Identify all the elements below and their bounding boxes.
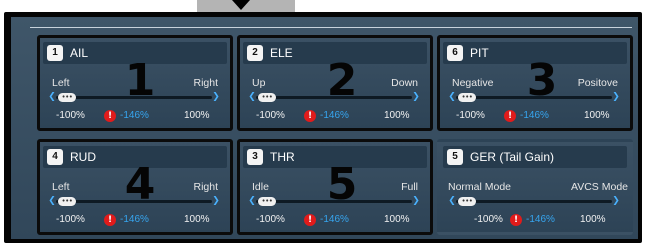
slider-track (56, 96, 212, 99)
max-value: 100% (584, 110, 610, 121)
value-row: -100% ! -146% 100% (40, 109, 230, 123)
max-value: 100% (384, 110, 410, 121)
min-value: -100% (456, 110, 485, 121)
min-value: -100% (256, 214, 285, 225)
channel-number-badge: 3 (247, 149, 263, 165)
channel-number-badge: 6 (447, 45, 463, 61)
left-direction-label: Normal Mode (448, 181, 512, 193)
slider-thumb[interactable]: ••• (458, 93, 476, 102)
slider-thumb[interactable]: ••• (258, 93, 276, 102)
current-value: -146% (120, 110, 149, 121)
channel-name: RUD (70, 150, 96, 164)
max-value: 100% (384, 214, 410, 225)
right-direction-label: Full (401, 181, 418, 193)
travel-slider[interactable]: ❮ ❯ ••• (48, 92, 220, 103)
warning-icon: ! (104, 214, 116, 226)
current-value: -146% (520, 110, 549, 121)
channel-header: 5 GER (Tail Gain) (443, 146, 627, 168)
increase-arrow-icon[interactable]: ❯ (212, 196, 220, 207)
value-row: -100% ! -146% 100% (240, 213, 430, 227)
slider-track (256, 96, 412, 99)
current-value: -146% (320, 110, 349, 121)
channel-name: ELE (270, 46, 293, 60)
panel-divider (30, 27, 632, 28)
travel-slider[interactable]: ❮ ❯ ••• (448, 92, 620, 103)
value-row: -100% ! -146% 100% (240, 109, 430, 123)
travel-slider[interactable]: ❮ ❯ ••• (48, 196, 220, 207)
channel-name: GER (Tail Gain) (470, 150, 555, 164)
channel-card-pit: 6 PIT 3 Negative Positove ❮ ❯ ••• -100% … (437, 35, 633, 131)
channel-number-badge: 5 (447, 149, 463, 165)
min-value: -100% (56, 110, 85, 121)
warning-icon: ! (510, 214, 522, 226)
travel-slider[interactable]: ❮ ❯ ••• (248, 92, 420, 103)
increase-arrow-icon[interactable]: ❯ (412, 92, 420, 103)
min-value: -100% (256, 110, 285, 121)
warning-icon: ! (104, 110, 116, 122)
decrease-arrow-icon[interactable]: ❮ (48, 196, 56, 207)
left-direction-label: Left (52, 181, 70, 193)
channel-card-ger: 5 GER (Tail Gain) Normal Mode AVCS Mode … (437, 139, 633, 235)
current-value: -146% (526, 214, 555, 225)
slider-thumb[interactable]: ••• (58, 93, 76, 102)
increase-arrow-icon[interactable]: ❯ (212, 92, 220, 103)
current-value: -146% (320, 214, 349, 225)
channel-number-badge: 2 (247, 45, 263, 61)
channel-number-badge: 1 (47, 45, 63, 61)
channel-card-rud: 4 RUD 4 Left Right ❮ ❯ ••• -100% ! -146%… (37, 139, 233, 235)
value-row: -100% ! -146% 100% (440, 109, 630, 123)
slider-track (256, 200, 412, 203)
max-value: 100% (184, 214, 210, 225)
value-row: -100% ! -146% 100% (40, 213, 230, 227)
decrease-arrow-icon[interactable]: ❮ (248, 92, 256, 103)
left-direction-label: Negative (452, 77, 494, 89)
travel-slider[interactable]: ❮ ❯ ••• (448, 196, 620, 207)
increase-arrow-icon[interactable]: ❯ (612, 92, 620, 103)
slider-track (56, 200, 212, 203)
right-direction-label: AVCS Mode (571, 181, 628, 193)
increase-arrow-icon[interactable]: ❯ (612, 196, 620, 207)
min-value: -100% (474, 214, 503, 225)
min-value: -100% (56, 214, 85, 225)
channel-card-thr: 3 THR 5 Idle Full ❮ ❯ ••• -100% ! -146% … (237, 139, 433, 235)
channel-number-badge: 4 (47, 149, 63, 165)
channel-card-ail: 1 AIL 1 Left Right ❮ ❯ ••• -100% ! -146%… (37, 35, 233, 131)
left-direction-label: Left (52, 77, 70, 89)
increase-arrow-icon[interactable]: ❯ (412, 196, 420, 207)
right-direction-label: Right (193, 77, 218, 89)
max-value: 100% (580, 214, 606, 225)
current-value: -146% (120, 214, 149, 225)
max-value: 100% (184, 110, 210, 121)
slider-thumb[interactable]: ••• (458, 197, 476, 206)
left-direction-label: Idle (252, 181, 269, 193)
right-direction-label: Right (193, 181, 218, 193)
decrease-arrow-icon[interactable]: ❮ (448, 92, 456, 103)
slider-thumb[interactable]: ••• (58, 197, 76, 206)
warning-icon: ! (504, 110, 516, 122)
slider-track (456, 96, 612, 99)
down-arrow-icon (232, 0, 250, 10)
right-direction-label: Down (391, 77, 418, 89)
slider-thumb[interactable]: ••• (258, 197, 276, 206)
channel-name: THR (270, 150, 295, 164)
decrease-arrow-icon[interactable]: ❮ (248, 196, 256, 207)
channel-name: AIL (70, 46, 89, 60)
channel-card-ele: 2 ELE 2 Up Down ❮ ❯ ••• -100% ! -146% 10… (237, 35, 433, 131)
channel-name: PIT (470, 46, 489, 60)
decrease-arrow-icon[interactable]: ❮ (448, 196, 456, 207)
slider-track (456, 200, 612, 203)
left-direction-label: Up (252, 77, 266, 89)
travel-slider[interactable]: ❮ ❯ ••• (248, 196, 420, 207)
decrease-arrow-icon[interactable]: ❮ (48, 92, 56, 103)
right-direction-label: Positove (577, 77, 618, 89)
warning-icon: ! (304, 110, 316, 122)
warning-icon: ! (304, 214, 316, 226)
value-row: -100% ! -146% 100% (440, 213, 630, 227)
